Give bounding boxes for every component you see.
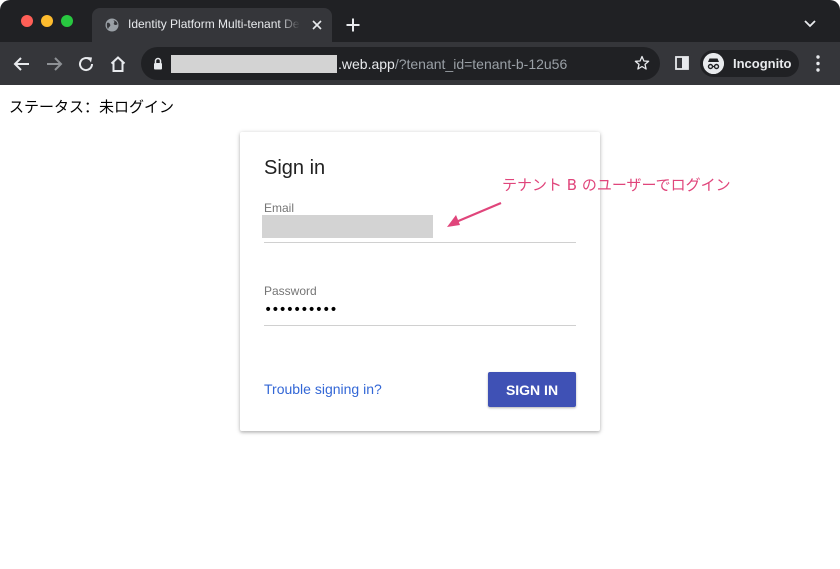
reload-icon[interactable] bbox=[76, 54, 96, 74]
home-icon[interactable] bbox=[108, 54, 128, 74]
incognito-icon bbox=[703, 53, 724, 74]
url-text: .web.app/?tenant_id=tenant-b-12u56 bbox=[338, 55, 567, 73]
tab-title: Identity Platform Multi-tenant Demo bbox=[128, 17, 300, 31]
email-field[interactable] bbox=[262, 215, 433, 238]
back-icon[interactable] bbox=[12, 54, 32, 74]
close-window-button[interactable] bbox=[21, 15, 33, 27]
incognito-profile-button[interactable]: Incognito bbox=[700, 50, 799, 77]
minimize-window-button[interactable] bbox=[41, 15, 53, 27]
url-path: /?tenant_id=tenant-b-12u56 bbox=[394, 56, 568, 72]
password-label: Password bbox=[264, 284, 317, 298]
annotation-text: テナント B のユーザーでログイン bbox=[502, 176, 731, 194]
password-field[interactable]: •••••••••• bbox=[264, 302, 338, 318]
side-panel-icon[interactable] bbox=[675, 56, 689, 70]
new-tab-icon[interactable] bbox=[345, 17, 361, 33]
close-icon[interactable] bbox=[310, 18, 324, 32]
globe-icon bbox=[105, 18, 119, 32]
password-underline bbox=[264, 325, 576, 326]
lock-icon[interactable] bbox=[153, 57, 163, 70]
signin-title: Sign in bbox=[264, 157, 326, 179]
forward-icon[interactable] bbox=[44, 54, 64, 74]
redacted-url-host bbox=[171, 55, 337, 73]
menu-icon[interactable] bbox=[816, 55, 820, 72]
email-underline bbox=[264, 242, 576, 243]
browser-toolbar: .web.app/?tenant_id=tenant-b-12u56 Incog… bbox=[0, 42, 840, 85]
browser-titlebar: Identity Platform Multi-tenant Demo bbox=[0, 0, 840, 42]
annotation-arrow bbox=[447, 201, 502, 227]
star-icon[interactable] bbox=[634, 55, 650, 71]
url-host: .web.app bbox=[338, 56, 395, 72]
address-bar[interactable]: .web.app/?tenant_id=tenant-b-12u56 bbox=[141, 47, 660, 80]
login-status-text: ステータス：未ログイン bbox=[9, 98, 175, 116]
tab-search-icon[interactable] bbox=[803, 19, 817, 29]
trouble-signing-in-link[interactable]: Trouble signing in? bbox=[264, 381, 382, 397]
browser-tab-active[interactable]: Identity Platform Multi-tenant Demo bbox=[92, 8, 332, 42]
email-label: Email bbox=[264, 201, 295, 215]
maximize-window-button[interactable] bbox=[61, 15, 73, 27]
sign-in-button[interactable]: SIGN IN bbox=[488, 372, 576, 407]
incognito-label: Incognito bbox=[733, 56, 792, 71]
